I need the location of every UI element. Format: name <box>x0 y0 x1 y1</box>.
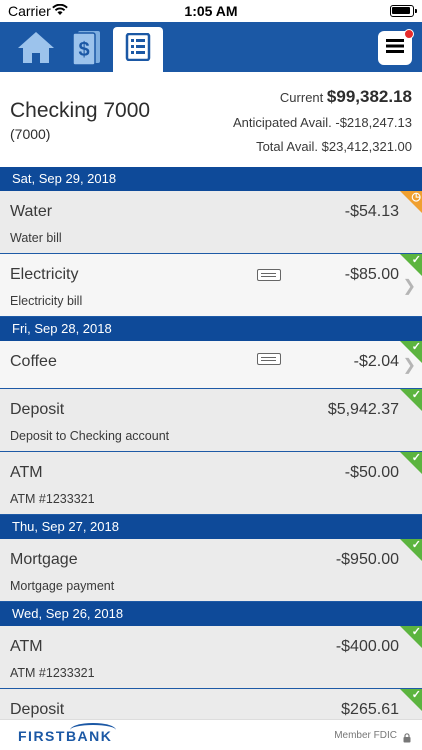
transaction-name: Electricity <box>10 266 79 283</box>
account-name: Checking 7000 <box>10 99 151 122</box>
checkmark-icon: ✓ <box>411 689 421 701</box>
transaction-name: Water <box>10 203 53 220</box>
transaction-amount: -$2.04 <box>353 353 399 370</box>
transaction-description: Mortgage payment <box>10 579 115 593</box>
transaction-amount: -$85.00 <box>344 266 399 283</box>
transaction-amount: $265.61 <box>341 701 399 718</box>
transaction-amount: $5,942.37 <box>327 401 399 418</box>
total-balance: Total Avail. $23,412,321.00 <box>256 139 412 154</box>
date-header: Thu, Sep 27, 2018 <box>0 515 422 539</box>
lock-icon <box>403 730 411 743</box>
transaction-amount: -$50.00 <box>344 464 399 481</box>
transaction-description: Deposit to Checking account <box>10 429 170 443</box>
status-bar: Carrier 1:05 AM <box>0 0 422 22</box>
total-balance-label: Total Avail. <box>256 139 318 154</box>
chevron-right-icon[interactable]: ❯ <box>403 276 416 296</box>
transaction-row[interactable]: ATM ATM #1233321 -$400.00 ✓ <box>0 626 422 689</box>
transaction-row[interactable]: Mortgage Mortgage payment -$950.00 ✓ <box>0 539 422 602</box>
account-number: (7000) <box>10 126 51 142</box>
account-summary: Checking 7000 (7000) Current $99,382.18 … <box>0 72 422 167</box>
clock: 1:05 AM <box>184 3 238 19</box>
checkmark-icon: ✓ <box>411 389 421 401</box>
battery-icon <box>390 5 417 17</box>
transaction-amount: -$400.00 <box>335 638 399 655</box>
date-header: Fri, Sep 28, 2018 <box>0 317 422 341</box>
transaction-name: Coffee <box>10 353 57 370</box>
hamburger-menu-icon <box>386 38 404 59</box>
transaction-name: Deposit <box>10 701 65 718</box>
footer: FIRSTBANK Member FDIC <box>0 719 422 750</box>
anticipated-balance: Anticipated Avail. -$218,247.13 <box>233 115 412 130</box>
main-menu-button[interactable] <box>378 29 414 65</box>
checkmark-icon: ✓ <box>411 626 421 638</box>
transaction-list[interactable]: Sat, Sep 29, 2018 Water Water bill -$54.… <box>0 167 422 750</box>
nav-transactions-button[interactable] <box>113 27 163 72</box>
transaction-description: ATM #1233321 <box>10 666 95 680</box>
nav-home-button[interactable] <box>6 27 66 72</box>
transaction-amount: -$950.00 <box>335 551 399 568</box>
checkmark-icon: ✓ <box>411 452 421 464</box>
checkmark-icon: ✓ <box>411 254 421 266</box>
notification-badge <box>404 29 414 39</box>
memo-icon[interactable] <box>257 269 281 281</box>
transaction-row[interactable]: Water Water bill -$54.13 ◷ <box>0 191 422 254</box>
dollar-bill-icon: $ <box>70 29 104 70</box>
transaction-amount: -$54.13 <box>344 203 399 220</box>
nav-accounts-button[interactable]: $ <box>62 27 112 72</box>
member-fdic-label: Member FDIC <box>334 730 397 741</box>
checkmark-icon: ✓ <box>411 539 421 551</box>
statement-icon <box>125 32 151 66</box>
transaction-row[interactable]: Deposit Deposit to Checking account $5,9… <box>0 389 422 452</box>
date-header: Wed, Sep 26, 2018 <box>0 602 422 626</box>
current-balance: Current $99,382.18 <box>280 87 412 107</box>
transaction-name: Mortgage <box>10 551 78 568</box>
memo-icon[interactable] <box>257 353 281 365</box>
home-icon <box>16 30 56 69</box>
bank-logo: FIRSTBANK <box>18 728 113 744</box>
svg-text:$: $ <box>78 39 89 61</box>
date-header: Sat, Sep 29, 2018 <box>0 167 422 191</box>
current-balance-value: $99,382.18 <box>326 87 412 106</box>
transaction-description: ATM #1233321 <box>10 492 95 506</box>
transaction-name: ATM <box>10 638 43 655</box>
transaction-row[interactable]: ATM ATM #1233321 -$50.00 ✓ <box>0 452 422 515</box>
anticipated-balance-value: -$218,247.13 <box>335 115 412 130</box>
clock-icon: ◷ <box>411 191 421 203</box>
anticipated-balance-label: Anticipated Avail. <box>232 115 332 130</box>
transaction-name: ATM <box>10 464 43 481</box>
transaction-description: Electricity bill <box>10 294 83 308</box>
transaction-row[interactable]: Electricity Electricity bill -$85.00 ❯ ✓ <box>0 254 422 317</box>
transaction-row[interactable]: Coffee -$2.04 ❯ ✓ <box>0 341 422 389</box>
checkmark-icon: ✓ <box>411 341 421 353</box>
current-balance-label: Current <box>279 90 324 105</box>
top-navigation: $ <box>0 22 422 72</box>
total-balance-value: $23,412,321.00 <box>321 139 412 154</box>
transaction-description: Water bill <box>10 231 62 245</box>
transaction-name: Deposit <box>10 401 65 418</box>
